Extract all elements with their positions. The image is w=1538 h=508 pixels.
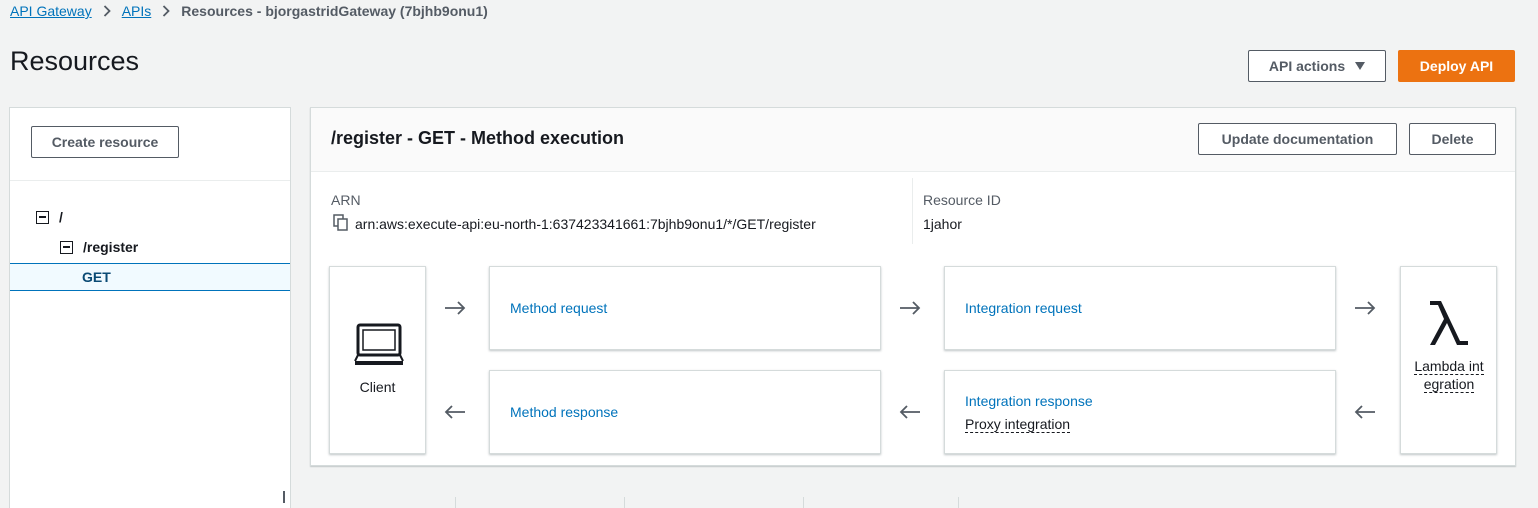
integration-response-card[interactable]: Integration response Proxy integration <box>944 370 1336 454</box>
update-documentation-button[interactable]: Update documentation <box>1198 123 1397 155</box>
integration-response-link[interactable]: Integration response <box>965 393 1093 409</box>
bottom-table-header <box>0 497 1538 508</box>
tree-item-root[interactable]: / <box>36 203 63 231</box>
column-divider <box>624 497 625 508</box>
tree-item-get-method[interactable]: GET <box>10 263 290 291</box>
arrow-left-icon <box>899 405 920 419</box>
column-divider <box>958 497 959 508</box>
breadcrumb: API Gateway APIs Resources - bjorgastrid… <box>10 3 488 19</box>
tree-item-label: /register <box>83 239 139 255</box>
method-request-card[interactable]: Method request <box>489 266 881 350</box>
method-execution-title: /register - GET - Method execution <box>331 128 625 148</box>
delete-button[interactable]: Delete <box>1409 123 1496 155</box>
resource-id-label: Resource ID <box>923 192 1001 208</box>
arn-label: ARN <box>331 192 361 208</box>
arrow-right-icon <box>445 301 466 315</box>
breadcrumb-current: Resources - bjorgastridGateway (7bjhb9on… <box>181 3 488 19</box>
arrow-left-icon <box>1354 405 1375 419</box>
column-divider <box>803 497 804 508</box>
tree-item-label: GET <box>82 269 111 285</box>
create-resource-button[interactable]: Create resource <box>31 126 179 158</box>
method-response-link[interactable]: Method response <box>510 404 618 420</box>
tree-item-label: / <box>59 209 63 225</box>
arrow-right-icon <box>900 301 921 315</box>
chevron-right-icon <box>103 5 111 17</box>
breadcrumb-link-api-gateway[interactable]: API Gateway <box>10 3 92 19</box>
arrow-left-icon <box>444 405 465 419</box>
resource-id-value: 1jahor <box>923 216 962 232</box>
deploy-api-button[interactable]: Deploy API <box>1398 50 1515 82</box>
client-card: Client <box>329 266 426 454</box>
arn-value: arn:aws:execute-api:eu-north-1:637423341… <box>355 216 816 232</box>
proxy-integration-label[interactable]: Proxy integration <box>965 416 1071 433</box>
chevron-right-icon <box>162 5 171 17</box>
tree-item-register[interactable]: /register <box>60 233 138 261</box>
api-actions-label: API actions <box>1268 58 1346 74</box>
client-label: Client <box>359 379 396 395</box>
api-actions-dropdown[interactable]: API actions <box>1248 50 1386 82</box>
lambda-icon <box>1430 301 1468 345</box>
arrow-right-icon <box>1355 301 1376 315</box>
laptop-icon <box>354 323 404 365</box>
integration-request-card[interactable]: Integration request <box>944 266 1336 350</box>
column-divider <box>455 497 456 508</box>
integration-request-link[interactable]: Integration request <box>965 300 1082 316</box>
collapse-icon[interactable] <box>60 240 73 254</box>
caret-down-icon <box>1355 62 1366 70</box>
page-title: Resources <box>10 46 140 76</box>
breadcrumb-link-apis[interactable]: APIs <box>122 3 152 19</box>
lambda-integration-label[interactable]: Lambda integration <box>1411 357 1487 393</box>
copy-icon[interactable] <box>333 214 349 232</box>
method-request-link[interactable]: Method request <box>510 300 607 316</box>
meta-divider <box>912 178 913 244</box>
resource-tree-panel: Create resource / /register GET <box>9 107 291 508</box>
resource-tree-toolbar: Create resource <box>10 108 290 181</box>
method-response-card[interactable]: Method response <box>489 370 881 454</box>
collapse-icon[interactable] <box>36 210 49 224</box>
lambda-integration-card: Lambda integration <box>1400 266 1497 454</box>
method-execution-panel: /register - GET - Method execution Updat… <box>310 107 1516 466</box>
method-execution-header: /register - GET - Method execution Updat… <box>311 108 1515 172</box>
